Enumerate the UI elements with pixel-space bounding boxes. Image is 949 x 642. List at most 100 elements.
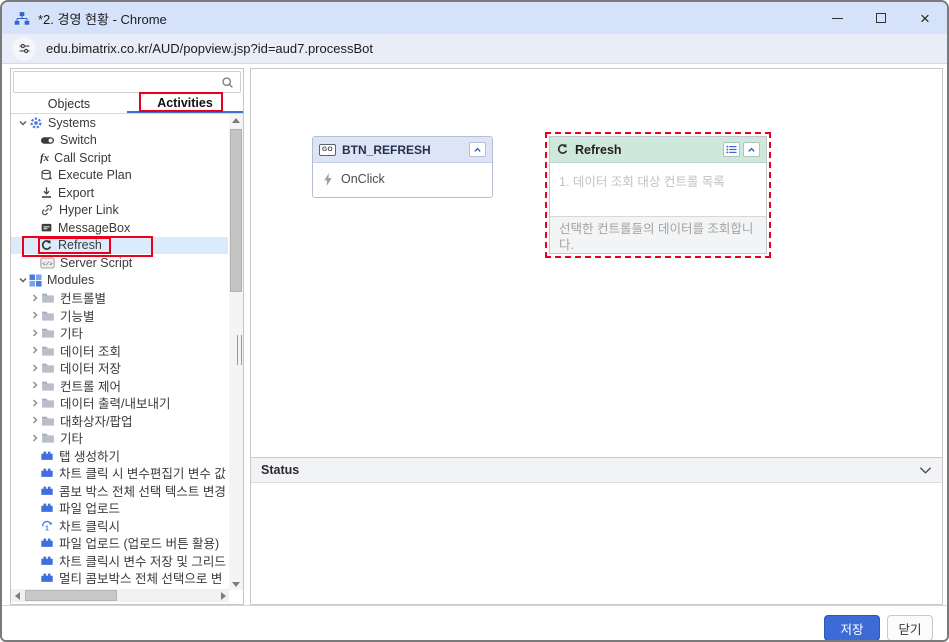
panel-splitter-handle[interactable] [237, 335, 242, 365]
tree-item[interactable]: Execute Plan [11, 167, 228, 185]
tree-item[interactable]: fx Call Script [11, 149, 228, 167]
tree-item[interactable]: </> Server Script [11, 254, 228, 272]
folder-icon [41, 362, 55, 373]
module-icon [40, 537, 54, 548]
chrome-popup-window: *2. 경영 현황 - Chrome × edu.bimatrix.co.kr/… [0, 0, 949, 642]
chevron-right-icon[interactable] [28, 328, 41, 338]
vertical-scroll-thumb[interactable] [230, 129, 242, 292]
chevron-right-icon[interactable] [28, 433, 41, 443]
close-button[interactable]: × [903, 2, 947, 34]
folder-icon [41, 380, 55, 391]
tab-activities[interactable]: Activities [127, 94, 243, 113]
node-btn-refresh[interactable]: GO BTN_REFRESH OnClick [312, 136, 493, 198]
repeat-1-icon: 1 [40, 518, 54, 532]
scroll-up-button[interactable] [229, 114, 243, 126]
search-input[interactable] [20, 73, 221, 91]
chevron-right-icon[interactable] [28, 293, 41, 303]
node-menu-button[interactable] [723, 142, 740, 157]
tree-item[interactable]: Hyper Link [11, 202, 228, 220]
collapse-node-button[interactable] [743, 142, 760, 157]
tree-item[interactable]: Modules [11, 272, 228, 290]
tree-item[interactable]: 콤보 박스 전체 선택 텍스트 변경 [11, 482, 228, 500]
tree-item[interactable]: 대화상자/팝업 [11, 412, 228, 430]
module-icon [40, 467, 54, 478]
refresh-node-description: 선택한 컨트롤들의 데이터를 조회합니다. [550, 216, 766, 253]
tree-item[interactable]: 멀티 콤보박스 전체 선택으로 변 [11, 569, 228, 587]
tree-item[interactable]: Refresh [11, 236, 228, 254]
tree-item[interactable]: 탭 생성하기 [11, 447, 228, 465]
chevron-down-icon[interactable] [16, 275, 29, 285]
chevron-right-icon[interactable] [28, 363, 41, 373]
footer-bar: 저장 닫기 [2, 605, 947, 640]
svg-text:1: 1 [45, 526, 49, 533]
messagebox-icon [40, 222, 53, 234]
chevron-right-icon[interactable] [28, 415, 41, 425]
tree-item[interactable]: 컨트롤별 [11, 289, 228, 307]
status-panel: Status [250, 458, 943, 605]
sidebar-tabs: Objects Activities [11, 94, 243, 114]
chevron-right-icon[interactable] [28, 380, 41, 390]
tree-item[interactable]: 데이터 조회 [11, 342, 228, 360]
refresh-icon [556, 143, 569, 156]
search-box[interactable] [13, 71, 241, 93]
url-bar: edu.bimatrix.co.kr/AUD/popview.jsp?id=au… [2, 34, 947, 64]
tree-item[interactable]: 파일 업로드 (업로드 버튼 활용) [11, 534, 228, 552]
tree-item[interactable]: Switch [11, 132, 228, 150]
collapse-node-button[interactable] [469, 142, 486, 157]
hyperlink-icon [40, 203, 54, 217]
maximize-icon [876, 13, 886, 23]
site-settings-icon[interactable] [12, 36, 36, 61]
url-text[interactable]: edu.bimatrix.co.kr/AUD/popview.jsp?id=au… [46, 41, 373, 56]
status-header[interactable]: Status [251, 458, 942, 483]
search-icon [221, 76, 234, 89]
tree-item[interactable]: 기타 [11, 429, 228, 447]
process-canvas: GO BTN_REFRESH OnClick Refresh 1. 데이터 조회… [250, 68, 943, 458]
tree-item[interactable]: 차트 클릭 시 변수편집기 변수 값 [11, 464, 228, 482]
save-button[interactable]: 저장 [824, 615, 880, 640]
chevron-down-icon[interactable] [919, 466, 932, 475]
tree-item[interactable]: MessageBox [11, 219, 228, 237]
scroll-down-button[interactable] [229, 578, 243, 590]
maximize-button[interactable] [859, 2, 903, 34]
refresh-icon [40, 239, 53, 252]
triangle-left-icon [14, 591, 20, 600]
minimize-button[interactable] [815, 2, 859, 34]
svg-text:</>: </> [42, 260, 53, 267]
chevron-right-icon[interactable] [28, 345, 41, 355]
tree-item[interactable]: Export [11, 184, 228, 202]
window-title: *2. 경영 현황 - Chrome [38, 11, 167, 27]
horizontal-scroll-thumb[interactable] [25, 590, 117, 601]
folder-icon [41, 432, 55, 443]
scroll-left-button[interactable] [11, 589, 23, 602]
node-title: BTN_REFRESH [342, 142, 431, 157]
scroll-right-button[interactable] [217, 589, 229, 602]
folder-icon [41, 397, 55, 408]
module-icon [40, 572, 54, 583]
title-bar: *2. 경영 현황 - Chrome × [2, 2, 947, 34]
tree-item[interactable]: Systems [11, 114, 228, 132]
tree-horizontal-scrollbar[interactable] [11, 589, 229, 602]
close-icon: × [920, 8, 930, 28]
tree-item[interactable]: 차트 클릭시 변수 저장 및 그리드 [11, 552, 228, 570]
node-event-row[interactable]: OnClick [313, 163, 492, 195]
tree-item[interactable]: 파일 업로드 [11, 499, 228, 517]
close-dialog-button[interactable]: 닫기 [887, 615, 933, 640]
tree-item[interactable]: 컨트롤 제어 [11, 377, 228, 395]
tree-item[interactable]: 데이터 저장 [11, 359, 228, 377]
tab-objects[interactable]: Objects [11, 94, 127, 113]
folder-icon [41, 310, 55, 321]
event-label: OnClick [341, 172, 385, 186]
tree-item[interactable]: 기타 [11, 324, 228, 342]
triangle-right-icon [220, 591, 226, 600]
control-list-placeholder: 1. 데이터 조회 대상 컨트롤 목록 [559, 175, 725, 189]
node-refresh-header[interactable]: Refresh [550, 137, 766, 163]
tree-item[interactable]: 1 차트 클릭시 [11, 517, 228, 535]
chevron-down-icon[interactable] [16, 118, 29, 128]
chevron-right-icon[interactable] [28, 310, 41, 320]
refresh-node-body[interactable]: 1. 데이터 조회 대상 컨트롤 목록 [550, 163, 766, 216]
chevron-right-icon[interactable] [28, 398, 41, 408]
node-btn-refresh-header[interactable]: GO BTN_REFRESH [313, 137, 492, 163]
tree-item[interactable]: 기능별 [11, 307, 228, 325]
node-refresh-activity[interactable]: Refresh 1. 데이터 조회 대상 컨트롤 목록 선택한 컨트롤들의 데이… [549, 136, 767, 254]
tree-item[interactable]: 데이터 출력/내보내기 [11, 394, 228, 412]
